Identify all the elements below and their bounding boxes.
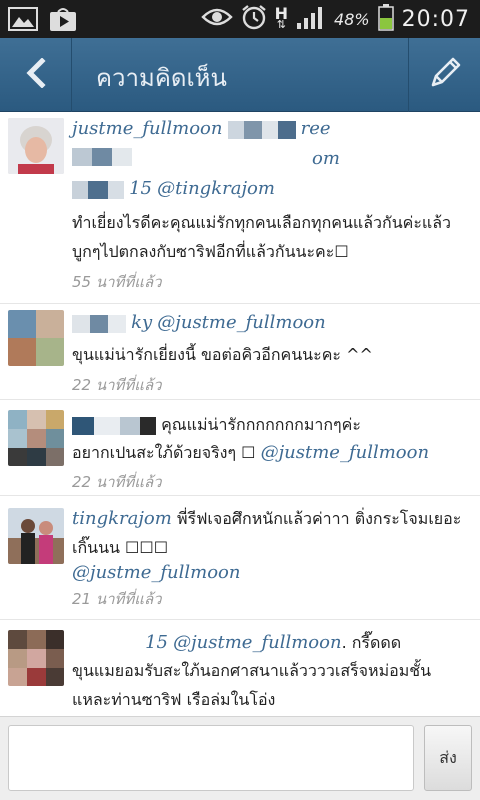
page-title: ความคิดเห็น <box>96 64 227 92</box>
blurred-region <box>108 314 126 333</box>
comment-item: ky @justme_fullmoon ขุนแม่น่ารักเยี่ยงนี… <box>0 304 480 400</box>
avatar[interactable] <box>8 630 64 686</box>
comments-list[interactable]: justme_fullmoon ree om 15 @tingkrajom ทำ… <box>0 112 480 716</box>
comment-username[interactable]: justme_fullmoon <box>72 118 222 139</box>
blurred-region <box>108 180 124 199</box>
avatar[interactable] <box>8 118 64 174</box>
comment-text: ขุนแมยอมรับสะใภ้นอกศาสนาแล้ววววเสร็จหม่อ… <box>72 661 432 709</box>
network-type-indicator: H ⇅ <box>274 4 289 31</box>
comment-timestamp: 22 นาทีที่แล้ว <box>72 473 162 491</box>
blurred-region <box>94 416 120 435</box>
mention-prefix: 15 <box>145 632 168 653</box>
comment-text: . กรี๊ดดด <box>341 633 402 652</box>
status-bar: H ⇅ 48% 20:07 <box>0 0 480 38</box>
blurred-region <box>120 416 140 435</box>
comment-composer: ส่ง <box>0 716 480 800</box>
comment-item: คุณแม่น่ารักกกกกกกมากๆค่ะ อยากเปนสะใภ้ด้… <box>0 400 480 496</box>
comment-timestamp: 55 นาทีที่แล้ว <box>72 273 162 291</box>
blurred-region <box>72 180 88 199</box>
comment-username-tail: ky <box>131 312 153 333</box>
signal-icon <box>296 4 326 34</box>
comment-item: justme_fullmoon ree om 15 @tingkrajom ทำ… <box>0 112 480 304</box>
comment-text: ขุนแม่น่ารักเยี่ยงนี้ ขอต่อคิวอีกคนนะคะ … <box>72 345 373 364</box>
alarm-icon <box>241 4 267 34</box>
comment-timestamp: 21 นาทีที่แล้ว <box>72 590 162 608</box>
comment-username-tail: om <box>312 148 340 169</box>
blurred-region <box>88 180 108 199</box>
mention-prefix: 15 <box>129 178 152 199</box>
battery-percent: 48% <box>334 9 370 29</box>
blurred-region <box>72 416 94 435</box>
blurred-region <box>277 120 296 139</box>
comment-item: tingkrajom พี่รีฟเจอศึกหนักแล้วค่าาา ติ่… <box>0 496 480 620</box>
play-store-icon <box>48 6 78 36</box>
blurred-region <box>92 147 112 166</box>
comment-text: คุณแม่น่ารักกกกกกกมากๆค่ะ <box>161 415 361 434</box>
comment-timestamp: 22 นาทีที่แล้ว <box>72 376 162 394</box>
blurred-region <box>72 314 90 333</box>
comment-item: 15 @justme_fullmoon. กรี๊ดดด ขุนแมยอมรับ… <box>0 620 480 716</box>
mention-link[interactable]: @justme_fullmoon <box>72 562 240 583</box>
blurred-region <box>227 120 244 139</box>
chevron-left-icon <box>23 57 49 92</box>
blurred-region <box>112 147 132 166</box>
action-bar: ความคิดเห็น <box>0 38 480 112</box>
blurred-region <box>90 314 108 333</box>
mention-link[interactable]: @tingkrajom <box>157 178 275 199</box>
avatar[interactable] <box>8 410 64 466</box>
mention-link[interactable]: @justme_fullmoon <box>157 312 325 333</box>
gallery-icon <box>8 6 38 36</box>
comment-username-tail: ree <box>300 118 331 139</box>
blurred-region <box>72 147 92 166</box>
avatar[interactable] <box>8 508 64 564</box>
blurred-region <box>140 416 156 435</box>
comment-text: อยากเปนสะใภ้ด้วยจริงๆ ☐ <box>72 443 256 462</box>
clock: 20:07 <box>401 6 470 32</box>
avatar[interactable] <box>8 310 64 366</box>
send-button[interactable]: ส่ง <box>424 725 472 791</box>
back-button[interactable] <box>0 38 72 112</box>
pencil-icon <box>427 55 463 95</box>
mention-link[interactable]: @justme_fullmoon <box>261 442 429 463</box>
battery-icon <box>377 3 394 35</box>
compose-button[interactable] <box>408 38 480 112</box>
mention-link[interactable]: @justme_fullmoon <box>173 632 341 653</box>
comment-username[interactable]: tingkrajom <box>72 508 172 529</box>
blurred-region <box>243 120 262 139</box>
comment-input[interactable] <box>8 725 414 791</box>
comment-text: ทำเยี่ยงไรดีคะคุณแม่รักทุกคนเลือกทุกคนแล… <box>72 213 452 261</box>
blurred-region <box>261 120 278 139</box>
eye-icon <box>200 6 233 32</box>
